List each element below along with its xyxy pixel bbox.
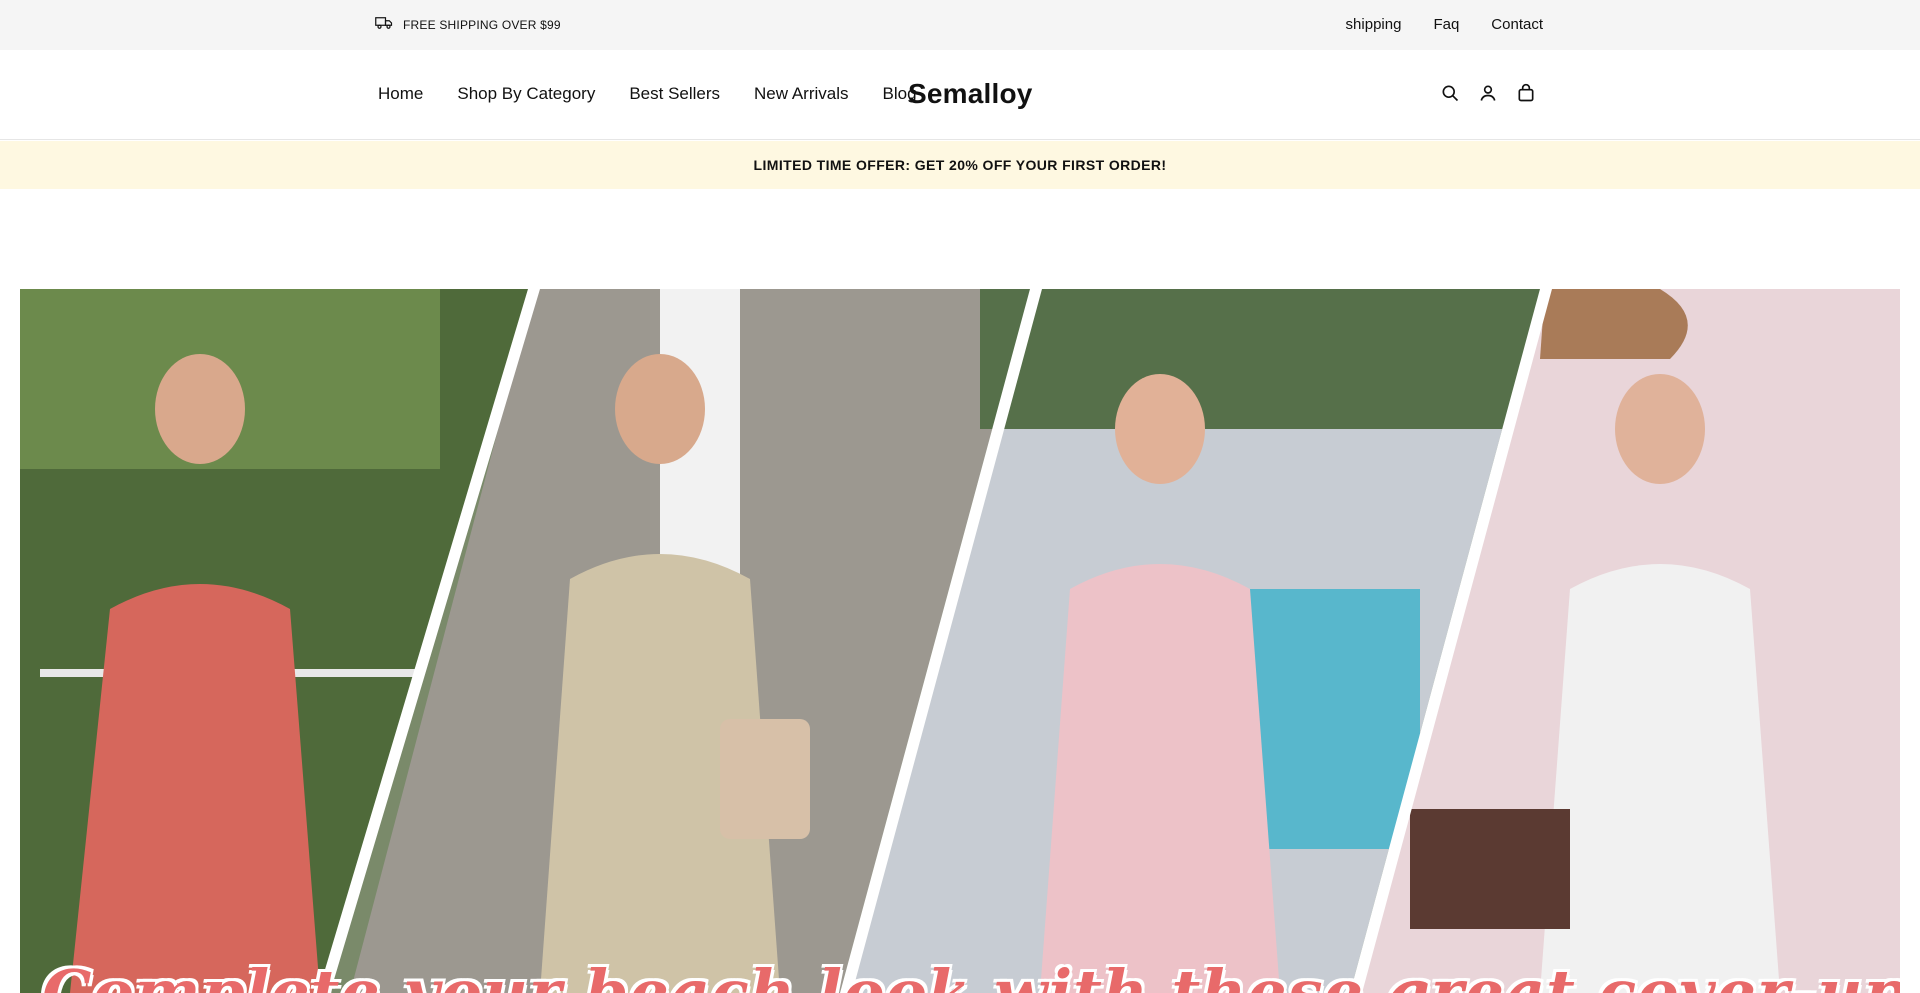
site-logo[interactable]: Semalloy <box>908 78 1033 110</box>
truck-icon <box>375 15 393 34</box>
hero-caption: Complete your beach look with these grea… <box>42 956 1900 993</box>
faq-link[interactable]: Faq <box>1433 16 1459 33</box>
main-nav: Home Shop By Category Best Sellers New A… <box>378 84 917 104</box>
shipping-text: FREE SHIPPING OVER $99 <box>403 17 561 32</box>
contact-link[interactable]: Contact <box>1491 16 1543 33</box>
free-shipping-notice: FREE SHIPPING OVER $99 <box>375 15 561 34</box>
utility-links: shipping Faq Contact <box>1346 16 1543 33</box>
cart-bag-icon[interactable] <box>1516 83 1536 103</box>
main-header: Home Shop By Category Best Sellers New A… <box>0 50 1920 140</box>
nav-best-sellers[interactable]: Best Sellers <box>629 84 720 104</box>
hero-banner[interactable]: Complete your beach look with these grea… <box>20 289 1900 993</box>
search-icon[interactable] <box>1440 83 1460 103</box>
nav-new-arrivals[interactable]: New Arrivals <box>754 84 848 104</box>
shipping-link[interactable]: shipping <box>1346 16 1402 33</box>
header-icons <box>1440 83 1536 103</box>
promo-banner[interactable]: LIMITED TIME OFFER: GET 20% OFF YOUR FIR… <box>0 141 1920 189</box>
promo-text: LIMITED TIME OFFER: GET 20% OFF YOUR FIR… <box>753 157 1167 173</box>
utility-bar: FREE SHIPPING OVER $99 shipping Faq Cont… <box>0 0 1920 50</box>
nav-home[interactable]: Home <box>378 84 423 104</box>
hero-image <box>20 289 1900 993</box>
account-icon[interactable] <box>1478 83 1498 103</box>
nav-shop-by-category[interactable]: Shop By Category <box>457 84 595 104</box>
